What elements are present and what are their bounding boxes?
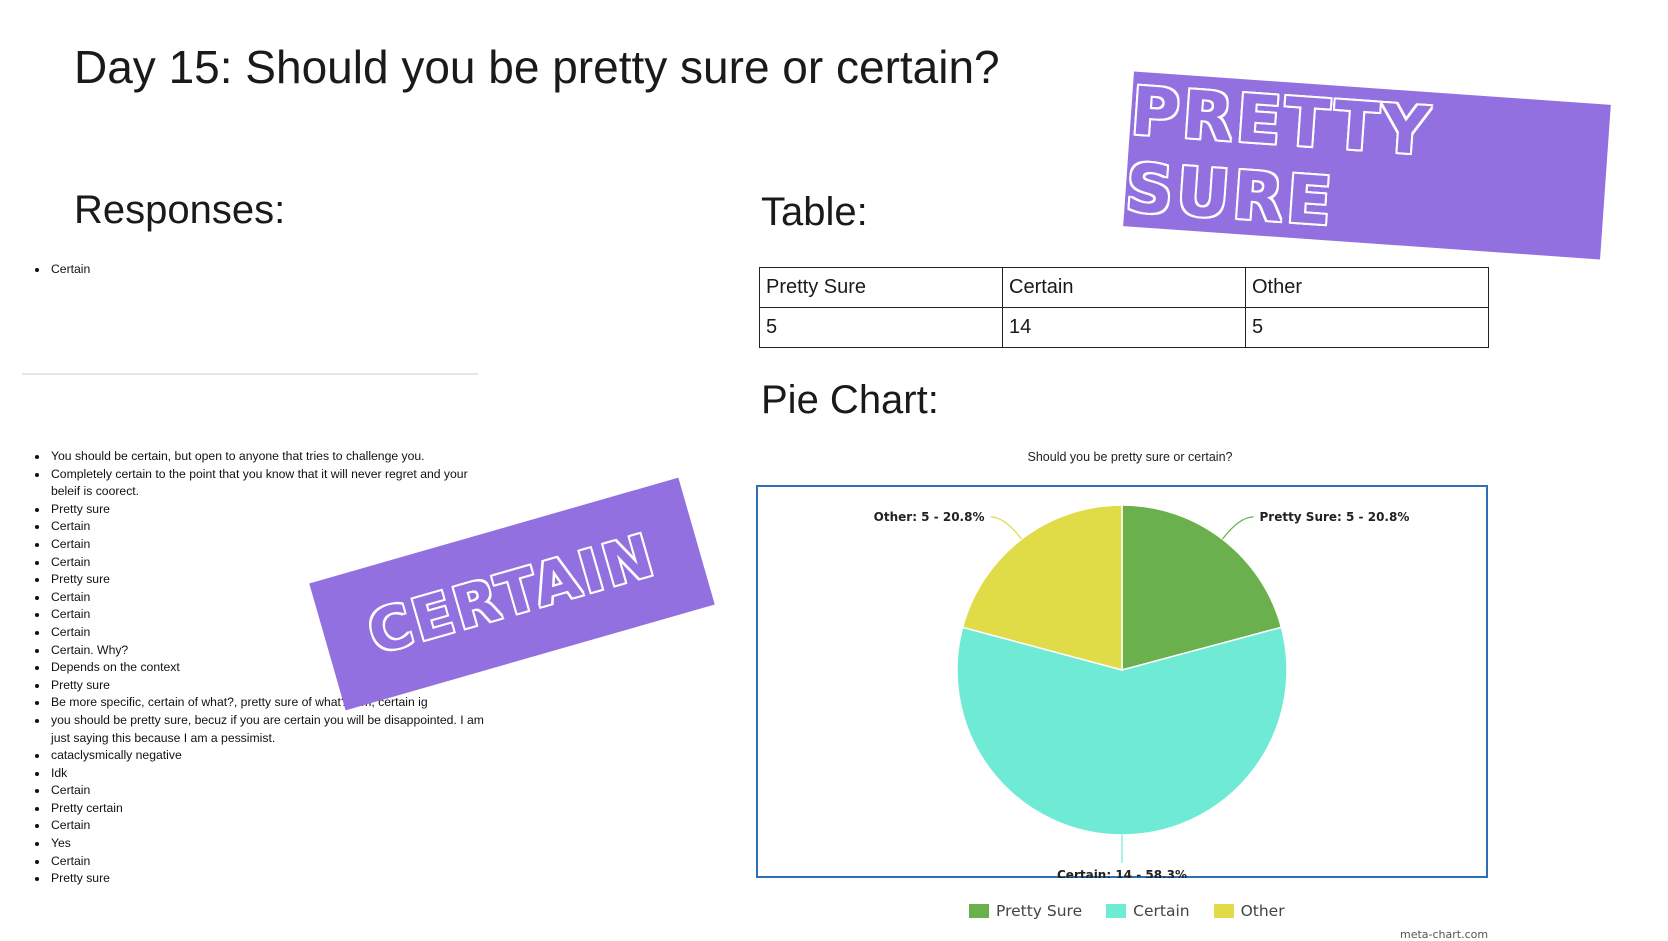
leader-line-other xyxy=(990,516,1023,540)
responses-heading: Responses: xyxy=(74,188,286,232)
table-cell-pretty-sure: 5 xyxy=(759,307,1003,348)
legend-label-pretty-sure: Pretty Sure xyxy=(996,902,1083,920)
table-row: 5 14 5 xyxy=(759,307,1489,348)
list-item: cataclysmically negative xyxy=(49,747,489,765)
legend-label-other: Other xyxy=(1240,902,1285,920)
list-item: You should be certain, but open to anyon… xyxy=(49,448,489,466)
table-heading: Table: xyxy=(761,190,868,234)
legend-label-certain: Certain xyxy=(1133,902,1190,920)
list-item: Pretty sure xyxy=(49,870,489,888)
legend-swatch-pretty-sure xyxy=(969,904,989,918)
data-label-certain: Certain: 14 - 58.3% xyxy=(1057,868,1187,878)
list-item: Certain xyxy=(49,518,489,536)
chart-legend: Pretty Sure Certain Other xyxy=(969,902,1285,920)
leader-line-pretty-sure xyxy=(1221,516,1254,540)
slide-title: Day 15: Should you be pretty sure or cer… xyxy=(74,41,1000,93)
list-item: Certain xyxy=(49,817,489,835)
pie-chart: Pretty Sure: 5 - 20.8% Certain: 14 - 58.3… xyxy=(874,504,1409,878)
list-item: Idk xyxy=(49,765,489,783)
chart-credit: meta-chart.com xyxy=(1400,928,1489,941)
results-table: Pretty Sure Certain Other 5 14 5 xyxy=(759,267,1489,348)
list-item: Pretty certain xyxy=(49,800,489,818)
list-item: Certain xyxy=(49,782,489,800)
table-header-other: Other xyxy=(1245,267,1489,308)
chart-title: Should you be pretty sure or certain? xyxy=(1027,450,1233,464)
legend-item-certain: Certain xyxy=(1106,902,1190,920)
list-item: Be more specific, certain of what?, pret… xyxy=(49,694,489,712)
legend-swatch-certain xyxy=(1106,904,1127,918)
table-cell-certain: 14 xyxy=(1002,307,1246,348)
data-label-pretty-sure: Pretty Sure: 5 - 20.8% xyxy=(1259,510,1409,524)
list-item: Pretty sure xyxy=(49,501,489,519)
legend-item-pretty-sure: Pretty Sure xyxy=(969,902,1082,920)
list-item: Certain xyxy=(49,261,489,279)
table-header-row: Pretty Sure Certain Other xyxy=(759,267,1489,308)
list-item: Certain xyxy=(49,853,489,871)
legend-item-other: Other xyxy=(1213,902,1285,920)
data-label-other: Other: 5 - 20.8% xyxy=(874,510,985,524)
legend-swatch-other xyxy=(1213,904,1234,918)
list-item: Completely certain to the point that you… xyxy=(49,466,489,501)
pie-chart-heading: Pie Chart: xyxy=(761,378,939,422)
list-item: you should be pretty sure, becuz if you … xyxy=(49,712,489,747)
responses-top-list: Certain xyxy=(22,261,489,279)
table-cell-other: 5 xyxy=(1245,307,1489,348)
table-header-pretty-sure: Pretty Sure xyxy=(759,267,1003,308)
pretty-sure-sticker: PRETTY SURE xyxy=(1123,71,1611,260)
table-header-certain: Certain xyxy=(1002,267,1246,308)
divider xyxy=(22,373,478,375)
list-item: Yes xyxy=(49,835,489,853)
